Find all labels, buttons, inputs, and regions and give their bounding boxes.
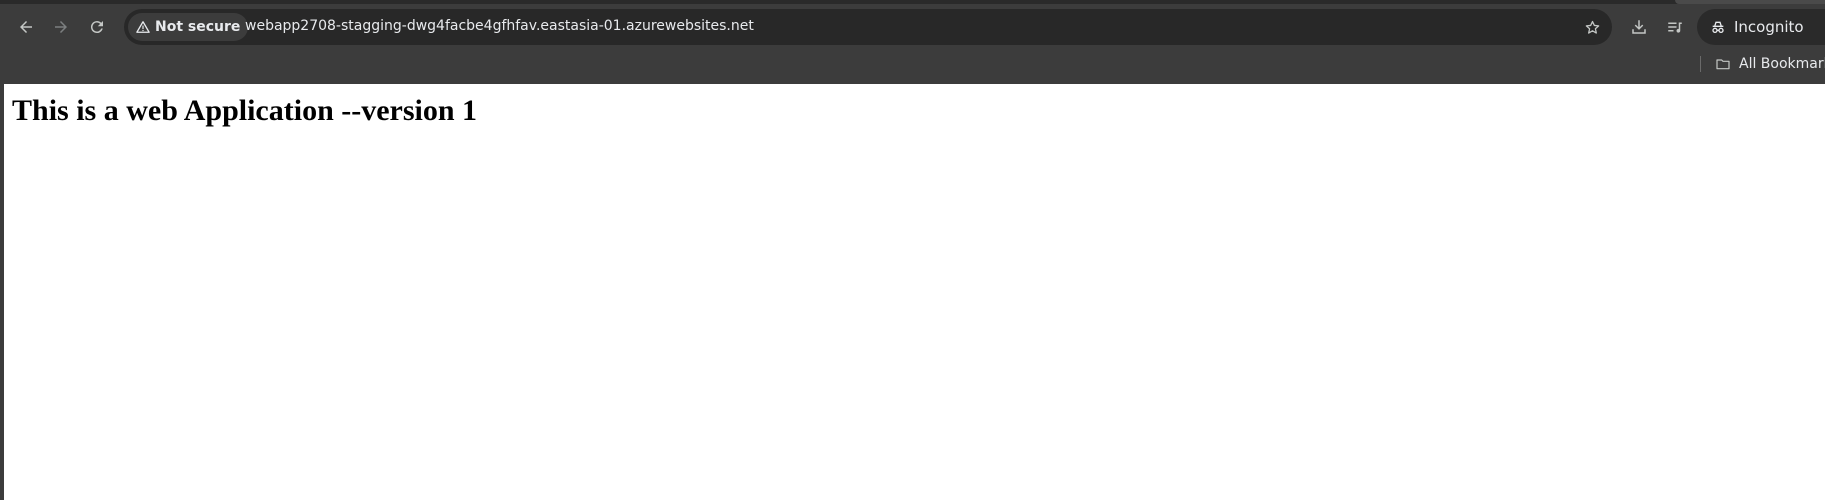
arrow-left-icon [20,21,32,33]
bookmark-star-button[interactable] [1578,13,1606,41]
media-queue-icon [1668,22,1682,33]
incognito-profile-button[interactable]: Incognito [1697,9,1825,45]
downloads-button[interactable] [1624,12,1654,42]
incognito-label: Incognito [1734,18,1804,36]
all-bookmarks-button[interactable]: All Bookmarks [1715,53,1825,75]
page-heading: This is a web Application --version 1 [12,94,478,127]
address-bar[interactable]: Not secure webapp2708-stagging-dwg4facbe… [124,9,1612,45]
active-tab-edge [1675,0,1825,4]
warning-triangle-icon [136,21,150,33]
bookmarks-separator [1700,56,1701,72]
browser-toolbar: Not secure webapp2708-stagging-dwg4facbe… [0,0,1825,84]
forward-button[interactable] [46,12,76,42]
incognito-icon [1712,21,1724,33]
page-content: This is a web Application --version 1 [4,84,1825,500]
security-indicator[interactable]: Not secure [128,13,249,41]
reload-button[interactable] [82,12,112,42]
tab-strip [0,0,1825,4]
folder-icon [1716,59,1730,70]
all-bookmarks-label: All Bookmarks [1739,56,1825,72]
star-icon [1585,20,1599,34]
back-button[interactable] [11,12,41,42]
arrow-right-icon [55,21,67,33]
download-icon [1632,20,1646,34]
reload-icon [90,21,103,34]
url-text[interactable]: webapp2708-stagging-dwg4facbe4gfhfav.eas… [245,18,754,34]
media-controls-button[interactable] [1660,12,1690,42]
security-label: Not secure [155,19,241,35]
